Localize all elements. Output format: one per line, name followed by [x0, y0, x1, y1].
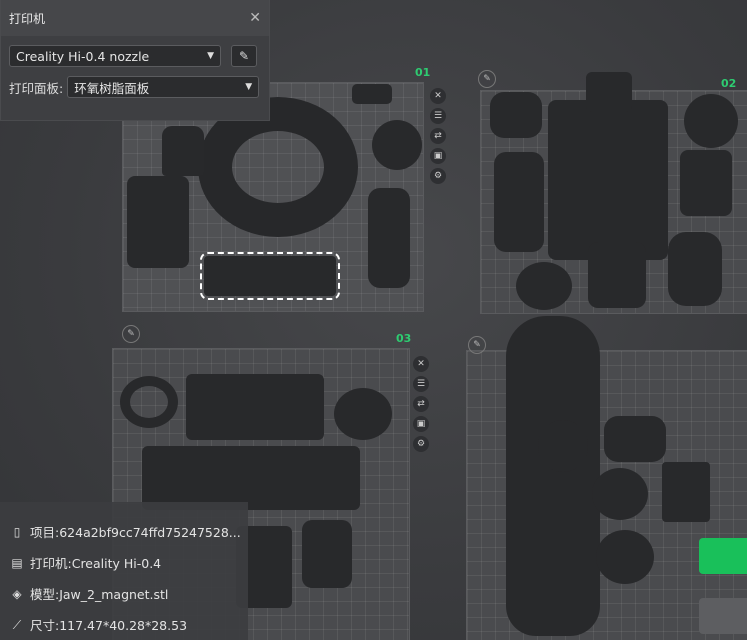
- plate-02-edit-icon[interactable]: ✎: [478, 70, 496, 88]
- model-knurled-knob[interactable]: [302, 520, 352, 588]
- info-size: ⟋ 尺寸:117.47*40.28*28.53: [0, 609, 248, 640]
- model-rounded-cube[interactable]: [668, 232, 722, 306]
- model-tower[interactable]: [586, 72, 632, 112]
- lock-icon[interactable]: ▣: [413, 416, 429, 432]
- nozzle-select-value: Creality Hi-0.4 nozzle: [16, 48, 150, 64]
- plate-number-02: 02: [721, 77, 737, 90]
- info-model: ◈ 模型:Jaw_2_magnet.stl: [0, 578, 248, 609]
- model-knob[interactable]: [372, 120, 422, 170]
- model-jaw-post[interactable]: [538, 420, 588, 472]
- secondary-action-button[interactable]: [699, 598, 747, 634]
- model-housing[interactable]: [548, 100, 668, 260]
- chevron-down-icon: ▼: [245, 82, 253, 92]
- printer-label: 打印机:Creality Hi-0.4: [30, 556, 162, 571]
- model-c-clamp[interactable]: [120, 376, 178, 428]
- plate-type-label: 打印面板:: [9, 80, 64, 96]
- printer-icon: ▤: [11, 555, 23, 570]
- model-wide-plate[interactable]: [142, 446, 360, 510]
- model-cone[interactable]: [162, 126, 204, 176]
- plate-type-select[interactable]: 环氧树脂面板 ▼: [67, 76, 260, 98]
- model-disc[interactable]: [516, 262, 572, 310]
- model-label: 模型:Jaw_2_magnet.stl: [30, 587, 169, 602]
- model-info-panel: ▯ 项目:624a2bf9cc74ffd75247528... ▤ 打印机:Cr…: [0, 502, 248, 640]
- auto-arrange-icon[interactable]: ⇄: [430, 128, 446, 144]
- auto-arrange-icon[interactable]: ⇄: [413, 396, 429, 412]
- printer-panel-header: 打印机 ✕: [1, 0, 269, 36]
- model-long-arm[interactable]: [506, 316, 600, 636]
- plate-03-toolbar: ✕ ☰ ⇄ ▣ ⚙: [413, 356, 431, 452]
- size-label: 尺寸:117.47*40.28*28.53: [30, 618, 188, 633]
- plate-type-select-value: 环氧树脂面板: [74, 80, 150, 96]
- model-pin[interactable]: [494, 152, 544, 252]
- settings-icon[interactable]: ⚙: [430, 168, 446, 184]
- ruler-icon: ⟋: [12, 617, 22, 632]
- model-disc-a[interactable]: [592, 468, 648, 520]
- model-bracket[interactable]: [368, 188, 410, 288]
- nozzle-select[interactable]: Creality Hi-0.4 nozzle ▼: [9, 45, 221, 67]
- info-project: ▯ 项目:624a2bf9cc74ffd75247528...: [0, 516, 248, 547]
- close-icon[interactable]: ✕: [249, 10, 261, 26]
- model-cylinder[interactable]: [588, 242, 646, 308]
- printer-panel-title: 打印机: [9, 11, 46, 26]
- edit-printer-button[interactable]: ✎: [231, 45, 257, 67]
- settings-icon[interactable]: ⚙: [413, 436, 429, 452]
- plate-04-edit-icon[interactable]: ✎: [468, 336, 486, 354]
- printer-panel: 打印机 ✕ Creality Hi-0.4 nozzle ▼ ✎ 打印面板: 环…: [0, 0, 270, 121]
- model-gear[interactable]: [684, 94, 738, 148]
- model-bracket-ring[interactable]: [604, 416, 666, 462]
- model-disc-b[interactable]: [596, 530, 654, 584]
- start-slicing-button[interactable]: [699, 538, 747, 574]
- plate-03-edit-icon[interactable]: ✎: [122, 325, 140, 343]
- model-clip[interactable]: [490, 92, 542, 138]
- model-top-piece[interactable]: [352, 84, 392, 104]
- cube-icon: ◈: [12, 586, 22, 601]
- close-icon[interactable]: ✕: [413, 356, 429, 372]
- list-icon[interactable]: ☰: [430, 108, 446, 124]
- model-round-button[interactable]: [334, 388, 392, 440]
- project-label: 项目:624a2bf9cc74ffd75247528...: [30, 525, 241, 540]
- close-icon[interactable]: ✕: [430, 88, 446, 104]
- file-icon: ▯: [13, 524, 21, 539]
- model-block[interactable]: [127, 176, 189, 268]
- model-cube-slot[interactable]: [680, 150, 732, 216]
- model-small-block[interactable]: [662, 462, 710, 522]
- plate-number-01: 01: [415, 66, 431, 79]
- info-printer: ▤ 打印机:Creality Hi-0.4: [0, 547, 248, 578]
- chevron-down-icon: ▼: [207, 51, 214, 61]
- pencil-icon: ✎: [238, 49, 250, 63]
- model-plate-slot[interactable]: [186, 374, 324, 440]
- plate-number-03: 03: [396, 332, 412, 345]
- list-icon[interactable]: ☰: [413, 376, 429, 392]
- model-jaw-selected[interactable]: [200, 252, 340, 300]
- lock-icon[interactable]: ▣: [430, 148, 446, 164]
- plate-01-toolbar: ✕ ☰ ⇄ ▣ ⚙: [430, 88, 448, 184]
